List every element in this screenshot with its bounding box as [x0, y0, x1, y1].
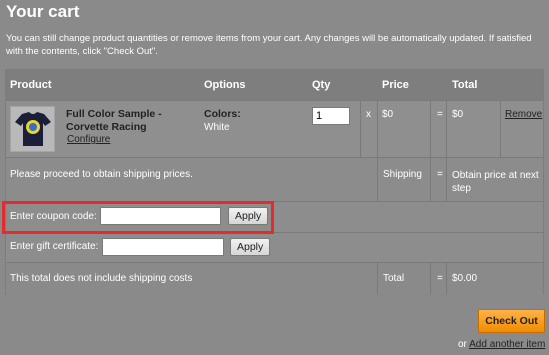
add-another-item-link[interactable]: Add another item — [469, 339, 545, 350]
total-equals: = — [437, 273, 443, 284]
item-price: $0 — [382, 109, 394, 120]
or-text: or — [458, 339, 467, 350]
product-thumbnail[interactable] — [10, 106, 55, 152]
gift-certificate-label: Enter gift certificate: — [10, 241, 99, 252]
quantity-input[interactable] — [312, 107, 350, 125]
remove-link[interactable]: Remove — [505, 109, 542, 120]
shipping-label: Shipping — [383, 169, 422, 180]
option-value: White — [204, 122, 230, 133]
checkout-button[interactable]: Check Out — [478, 309, 545, 333]
header-qty: Qty — [312, 79, 331, 91]
shipping-equals: = — [437, 169, 443, 180]
table-header: Product Options Qty Price Total — [6, 70, 543, 100]
option-label: Colors: — [204, 108, 241, 120]
product-name[interactable]: Full Color Sample - Corvette Racing — [66, 108, 186, 134]
gift-certificate-row: Enter gift certificate: Apply — [6, 232, 543, 262]
item-total: $0 — [452, 109, 464, 120]
gift-certificate-input[interactable] — [102, 238, 224, 256]
total-note: This total does not include shipping cos… — [10, 273, 193, 284]
cart-total: $0.00 — [452, 273, 478, 284]
add-another-line: or Add another item — [458, 339, 545, 350]
header-price: Price — [382, 79, 409, 91]
configure-link[interactable]: Configure — [67, 134, 110, 145]
total-label: Total — [383, 273, 405, 284]
total-row: This total does not include shipping cos… — [6, 262, 543, 295]
tshirt-image — [15, 112, 51, 146]
header-product: Product — [10, 79, 52, 91]
cart-table: Product Options Qty Price Total Full Col… — [5, 69, 544, 295]
shipping-message: Please proceed to obtain shipping prices… — [10, 169, 193, 180]
shipping-row: Please proceed to obtain shipping prices… — [6, 157, 543, 201]
equals-sign: = — [437, 109, 443, 120]
times-sign: x — [366, 109, 371, 120]
apply-gift-certificate-button[interactable]: Apply — [230, 238, 271, 256]
header-total: Total — [452, 79, 478, 91]
cart-instructions: You can still change product quantities … — [6, 33, 532, 57]
cart-item-row: Full Color Sample - Corvette Racing Conf… — [6, 100, 543, 157]
page-title: Your cart — [6, 2, 80, 21]
coupon-highlight-box — [2, 201, 274, 234]
header-options: Options — [204, 79, 246, 91]
shipping-value: Obtain price at next step — [452, 170, 539, 194]
